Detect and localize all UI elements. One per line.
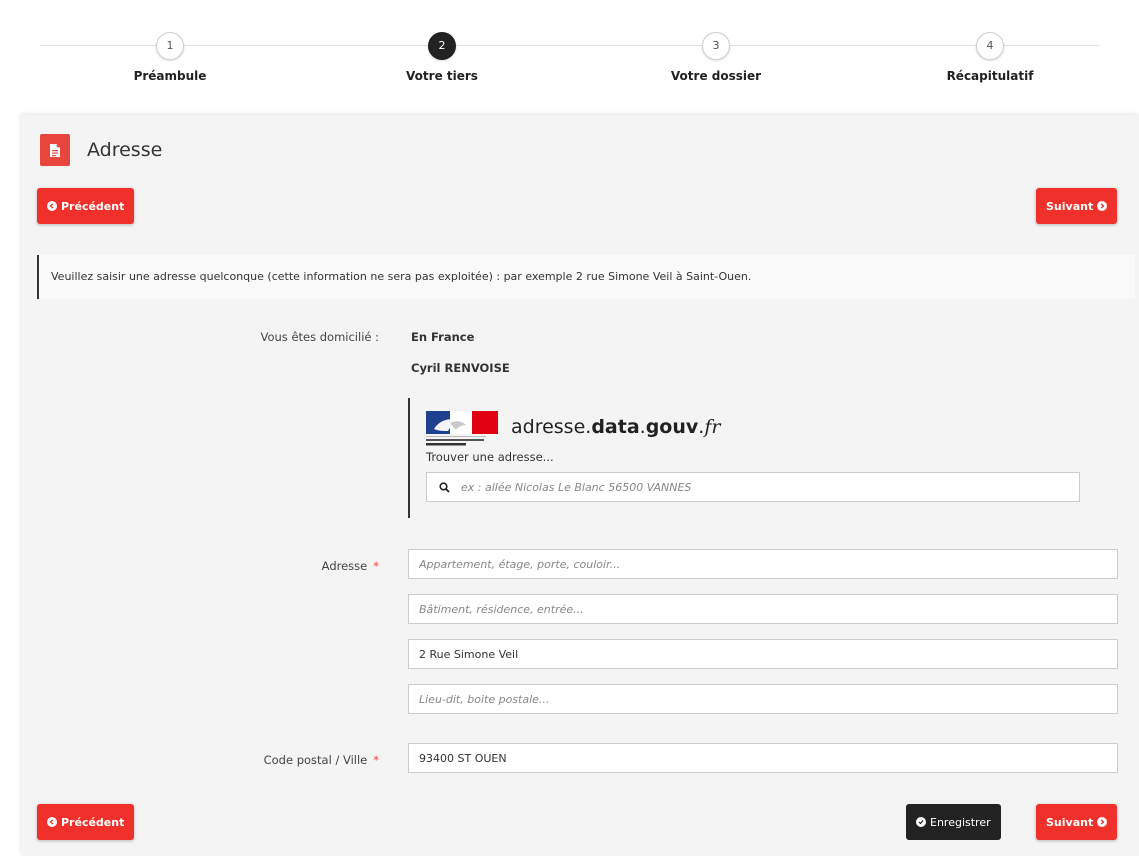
save-button[interactable]: Enregistrer xyxy=(906,804,1001,840)
address-search-widget: adresse.data.gouv.fr Trouver une adresse… xyxy=(408,398,1120,518)
previous-button-bottom[interactable]: Précédent xyxy=(37,804,135,840)
step-number: 2 xyxy=(428,32,456,60)
required-mark: * xyxy=(373,559,379,573)
next-label: Suivant xyxy=(1046,815,1094,829)
ban-brand: adresse.data.gouv.fr xyxy=(511,416,721,438)
postal-city-label: Code postal / Ville * xyxy=(263,753,379,767)
step-number: 4 xyxy=(976,32,1004,60)
address-line-1-input[interactable] xyxy=(408,549,1118,579)
step-number: 1 xyxy=(156,32,184,60)
address-label: Adresse * xyxy=(321,559,379,573)
step-number: 3 xyxy=(702,32,730,60)
step-votre-dossier[interactable]: 3 Votre dossier xyxy=(636,32,796,83)
document-icon xyxy=(40,134,70,166)
step-label: Récapitulatif xyxy=(946,69,1034,83)
domicile-label: Vous êtes domicilié : xyxy=(260,330,380,344)
address-line-2-input[interactable] xyxy=(408,594,1118,624)
next-button-top[interactable]: Suivant xyxy=(1036,188,1118,224)
step-recapitulatif[interactable]: 4 Récapitulatif xyxy=(910,32,1070,83)
marianne-logo xyxy=(426,411,500,453)
step-label: Préambule xyxy=(133,69,207,83)
ban-search-input[interactable] xyxy=(461,480,1079,494)
page-header: Adresse xyxy=(40,134,162,166)
step-preambule[interactable]: 1 Préambule xyxy=(90,32,250,83)
step-label: Votre tiers xyxy=(406,69,478,83)
page-title: Adresse xyxy=(87,139,163,161)
previous-label: Précédent xyxy=(61,199,125,213)
progress-stepper: 1 Préambule 2 Votre tiers 3 Votre dossie… xyxy=(0,0,1139,115)
search-icon xyxy=(427,481,461,493)
previous-label: Précédent xyxy=(61,815,125,829)
step-votre-tiers[interactable]: 2 Votre tiers xyxy=(362,32,522,83)
postal-city-input[interactable] xyxy=(408,743,1118,773)
circle-right-icon xyxy=(1097,201,1108,211)
address-line-3-input[interactable] xyxy=(408,639,1118,669)
info-message: Veuillez saisir une adresse quelconque (… xyxy=(37,255,1135,299)
circle-left-icon xyxy=(47,201,57,211)
save-label: Enregistrer xyxy=(930,815,991,829)
circle-left-icon xyxy=(47,817,57,827)
circle-right-icon xyxy=(1097,817,1108,827)
check-circle-icon xyxy=(916,817,926,827)
person-name: Cyril RENVOISE xyxy=(411,361,510,375)
address-line-4-input[interactable] xyxy=(408,684,1118,714)
ban-hint: Trouver une adresse... xyxy=(426,450,554,464)
ban-search-box xyxy=(426,472,1080,502)
next-button-bottom[interactable]: Suivant xyxy=(1036,804,1118,840)
next-label: Suivant xyxy=(1046,199,1094,213)
previous-button-top[interactable]: Précédent xyxy=(37,188,135,224)
domicile-value: En France xyxy=(411,330,475,344)
required-mark: * xyxy=(373,753,379,767)
step-label: Votre dossier xyxy=(670,69,762,83)
address-panel: Adresse Précédent Suivant Veuillez saisi… xyxy=(21,115,1139,856)
